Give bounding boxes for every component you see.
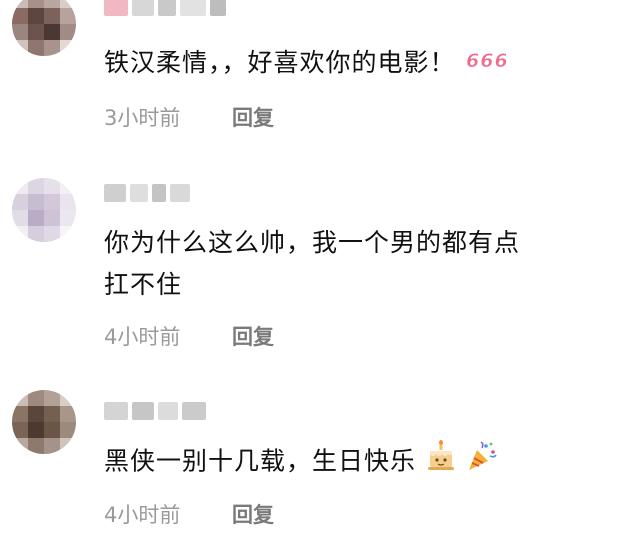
- avatar[interactable]: [12, 0, 76, 56]
- comment-time: 3小时前: [104, 106, 181, 130]
- comment-text: 铁汉柔情，，好喜欢你的电影！ 666: [104, 42, 624, 85]
- comment-text-content: 铁汉柔情，，好喜欢你的电影！: [104, 48, 456, 77]
- reply-button[interactable]: 回复: [232, 103, 274, 133]
- birthday-cake-icon: [425, 440, 457, 485]
- comment-item: 你为什么这么帅，我一个男的都有点扛不住 4小时前 回复: [0, 150, 640, 368]
- comment-text: 黑侠一别十几载，生日快乐: [104, 440, 624, 485]
- reply-button[interactable]: 回复: [232, 500, 274, 530]
- comment-text-content: 黑侠一别十几载，生日快乐: [104, 446, 417, 476]
- comment-time: 4小时前: [104, 325, 181, 349]
- avatar[interactable]: [12, 390, 76, 454]
- party-popper-icon: [466, 440, 498, 485]
- username-blurred[interactable]: [104, 0, 234, 20]
- comment-time: 4小时前: [104, 503, 181, 527]
- avatar[interactable]: [12, 178, 76, 242]
- comment-text: 你为什么这么帅，我一个男的都有点扛不住: [104, 228, 521, 299]
- username-blurred[interactable]: [104, 180, 234, 206]
- username-blurred[interactable]: [104, 398, 234, 424]
- comment-item: 铁汉柔情，，好喜欢你的电影！ 666 3小时前 回复: [0, 0, 640, 150]
- svg-text:666: 666: [466, 50, 506, 72]
- reply-button[interactable]: 回复: [232, 322, 274, 352]
- 666-icon: 666: [464, 43, 508, 85]
- comment-item: 黑侠一别十几载，生日快乐 4小时前 回复: [0, 368, 640, 535]
